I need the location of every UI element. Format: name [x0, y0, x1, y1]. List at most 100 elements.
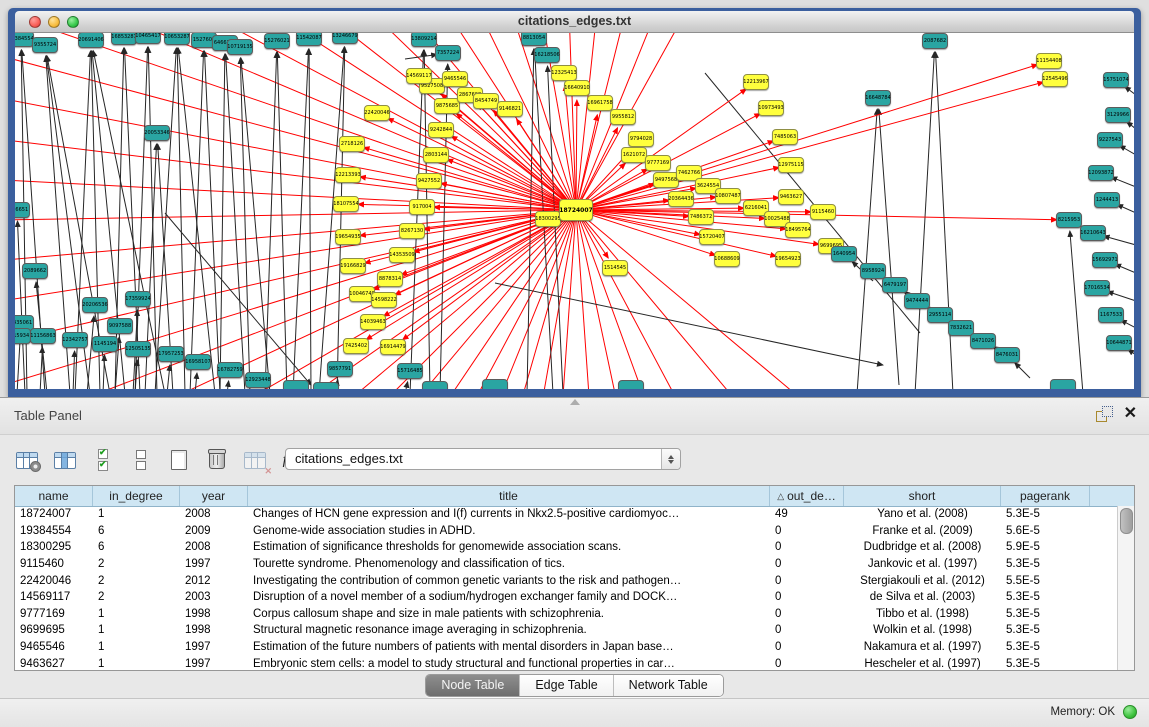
table-row[interactable]: 1938455462009Genome-wide association stu…	[15, 523, 1118, 540]
table-row[interactable]: 946362711997Embryonic stem cells: a mode…	[15, 655, 1118, 670]
network-canvas[interactable]: 1872400718300295224200462718126122133931…	[15, 33, 1134, 389]
table-row[interactable]: 2242004622012Investigating the contribut…	[15, 572, 1118, 589]
graph-node[interactable]: 10644871	[1106, 335, 1132, 351]
graph-node[interactable]: 9955812	[610, 109, 636, 125]
splitter-handle[interactable]	[570, 399, 580, 405]
graph-node[interactable]: 1514545	[602, 260, 628, 276]
graph-node[interactable]: 8471026	[970, 333, 996, 349]
close-panel-icon[interactable]: ✕	[1124, 406, 1137, 422]
graph-node[interactable]: 12213393	[335, 167, 361, 183]
graph-node[interactable]: 7357224	[435, 45, 461, 61]
vertical-scrollbar[interactable]	[1117, 506, 1134, 670]
table-row[interactable]: 1872400712008Changes of HCN gene express…	[15, 506, 1118, 523]
graph-node[interactable]: 20053346	[144, 125, 170, 141]
graph-node[interactable]: 12505135	[125, 341, 151, 357]
graph-node[interactable]: 9146821	[497, 101, 523, 117]
graph-node[interactable]: 12342757	[62, 332, 88, 348]
tab-network-table[interactable]: Network Table	[613, 675, 723, 696]
graph-node[interactable]: 12545496	[1042, 71, 1068, 87]
graph-node[interactable]: 20364436	[668, 191, 694, 207]
graph-node[interactable]: 14598222	[371, 292, 397, 308]
graph-node[interactable]: 1640954	[831, 246, 857, 262]
graph-node[interactable]	[422, 381, 448, 389]
graph-node[interactable]: 19654935	[335, 229, 361, 245]
graph-node[interactable]: 16218506	[534, 47, 560, 63]
column-header-in_degree[interactable]: in_degree	[93, 486, 180, 506]
graph-node[interactable]: 9794028	[628, 131, 654, 147]
column-header-short[interactable]: short	[844, 486, 1001, 506]
graph-node[interactable]: 11156863	[30, 328, 56, 344]
graph-node[interactable]: 9227543	[1097, 132, 1123, 148]
graph-node[interactable]	[1050, 379, 1076, 389]
graph-node[interactable]	[482, 379, 508, 389]
graph-node[interactable]	[618, 380, 644, 389]
graph-node[interactable]: 2087682	[922, 33, 948, 49]
table-row[interactable]: 977716911998Corpus callosum shape and si…	[15, 606, 1118, 623]
graph-node[interactable]: 10719135	[227, 39, 253, 55]
graph-node[interactable]: 8813054	[521, 33, 547, 46]
table-row[interactable]: 1830029562008Estimation of significance …	[15, 539, 1118, 556]
graph-node[interactable]: 20206536	[82, 297, 108, 313]
graph-node[interactable]: 9463627	[778, 189, 804, 205]
scrollbar-thumb[interactable]	[1120, 508, 1133, 534]
graph-node[interactable]: 13246679	[332, 33, 358, 44]
graph-node[interactable]: 12923448	[245, 372, 271, 388]
graph-node[interactable]: 17957253	[158, 346, 184, 362]
graph-node[interactable]: 11542087	[296, 33, 322, 46]
delete-table-icon[interactable]	[204, 448, 230, 472]
graph-node[interactable]: 9097588	[107, 318, 133, 334]
graph-node[interactable]	[283, 380, 309, 389]
graph-node[interactable]: 16914479	[380, 339, 406, 355]
graph-node[interactable]: 9857791	[327, 361, 353, 377]
graph-node[interactable]: 14039463	[360, 314, 386, 330]
graph-node[interactable]: 15692971	[1092, 252, 1118, 268]
graph-node[interactable]: 1244413	[1094, 192, 1120, 208]
graph-node[interactable]: 12975115	[778, 157, 804, 173]
graph-node[interactable]: 9427552	[416, 173, 442, 189]
graph-node[interactable]: 16210643	[1080, 225, 1106, 241]
graph-node[interactable]: 19166829	[340, 258, 366, 274]
graph-node[interactable]: 11154408	[1036, 53, 1062, 69]
graph-node[interactable]: 1167533	[1098, 307, 1124, 323]
graph-node[interactable]: 9465546	[442, 71, 468, 87]
graph-node[interactable]: 10688609	[714, 251, 740, 267]
show-columns-icon[interactable]	[52, 448, 78, 472]
table-selector-combobox[interactable]: citations_edges.txt	[285, 448, 681, 470]
graph-node[interactable]: 2089662	[22, 263, 48, 279]
graph-node[interactable]: 9115460	[810, 204, 836, 220]
graph-node[interactable]: 10653287	[164, 33, 190, 45]
graph-node[interactable]: 18724007	[559, 199, 593, 221]
graph-node[interactable]: 19654923	[775, 251, 801, 267]
graph-node[interactable]	[313, 382, 339, 389]
graph-node[interactable]: 8958924	[860, 263, 886, 279]
graph-node[interactable]: 20691406	[78, 33, 104, 48]
tab-edge-table[interactable]: Edge Table	[519, 675, 612, 696]
table-row[interactable]: 911546021997Tourette syndrome. Phenomeno…	[15, 556, 1118, 573]
table-row[interactable]: 1456911722003Disruption of a novel membe…	[15, 589, 1118, 606]
graph-node[interactable]: 16648784	[865, 90, 891, 106]
graph-node[interactable]: 18495764	[785, 222, 811, 238]
graph-node[interactable]: 6479197	[882, 277, 908, 293]
graph-node[interactable]: 10465417	[135, 33, 161, 44]
graph-node[interactable]: 8476031	[994, 347, 1020, 363]
graph-node[interactable]: 917004	[409, 199, 435, 215]
graph-node[interactable]: 17016534	[1084, 280, 1110, 296]
select-columns-icon[interactable]	[90, 448, 116, 472]
graph-node[interactable]: 8215953	[1056, 212, 1082, 228]
graph-node[interactable]: 8878314	[377, 271, 403, 287]
graph-node[interactable]: 9242844	[428, 122, 454, 138]
graph-node[interactable]: 15276021	[264, 33, 290, 49]
graph-node[interactable]: 3915934	[15, 328, 31, 344]
graph-node[interactable]: 9875685	[434, 98, 460, 114]
graph-node[interactable]: 7425402	[343, 338, 369, 354]
column-header-name[interactable]: name	[15, 486, 93, 506]
graph-node[interactable]: 3129966	[1105, 107, 1131, 123]
graph-node[interactable]: 16640910	[564, 80, 590, 96]
graph-node[interactable]: 16782759	[217, 362, 243, 378]
network-window-titlebar[interactable]: citations_edges.txt	[15, 11, 1134, 33]
graph-node[interactable]: 22420046	[364, 105, 390, 121]
graph-node[interactable]: 7485063	[772, 129, 798, 145]
graph-node[interactable]: 1621072	[621, 147, 647, 163]
graph-node[interactable]: 7486372	[688, 209, 714, 225]
graph-node[interactable]: 8454749	[473, 93, 499, 109]
